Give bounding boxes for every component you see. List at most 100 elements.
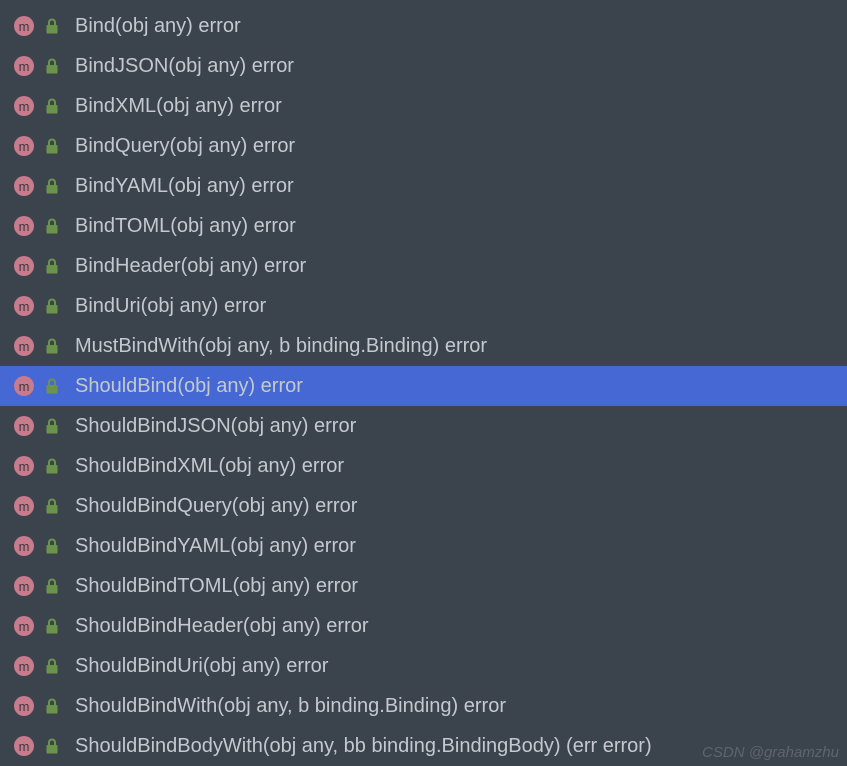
method-icon: m — [14, 336, 34, 356]
completion-item[interactable]: m BindYAML(obj any) error — [0, 166, 847, 206]
completion-item[interactable]: m ShouldBindTOML(obj any) error — [0, 566, 847, 606]
method-icon: m — [14, 376, 34, 396]
method-icon-letter: m — [19, 260, 30, 273]
method-icon-letter: m — [19, 20, 30, 33]
method-icon: m — [14, 616, 34, 636]
method-name: BindHeader — [75, 255, 181, 277]
lock-icon — [45, 538, 59, 555]
method-signature: (obj any) error — [181, 255, 307, 277]
completion-item[interactable]: m BindHeader(obj any) error — [0, 246, 847, 286]
completion-item[interactable]: m ShouldBindBodyWith(obj any, bb binding… — [0, 726, 847, 766]
completion-item[interactable]: m BindTOML(obj any) error — [0, 206, 847, 246]
method-name: BindTOML — [75, 215, 170, 237]
method-name: BindJSON — [75, 55, 168, 77]
method-icon: m — [14, 256, 34, 276]
lock-icon — [45, 658, 59, 675]
method-icon: m — [14, 296, 34, 316]
completion-item[interactable]: m ShouldBindXML(obj any) error — [0, 446, 847, 486]
method-signature: (obj any) error — [168, 175, 294, 197]
lock-icon — [45, 458, 59, 475]
completion-text: BindQuery(obj any) error — [75, 135, 295, 158]
completion-text: ShouldBindJSON(obj any) error — [75, 415, 356, 438]
method-icon: m — [14, 736, 34, 756]
method-icon: m — [14, 416, 34, 436]
completion-text: BindTOML(obj any) error — [75, 215, 296, 238]
method-signature: (obj any) error — [230, 535, 356, 557]
method-icon: m — [14, 16, 34, 36]
completion-text: ShouldBindTOML(obj any) error — [75, 575, 358, 598]
method-icon-letter: m — [19, 540, 30, 553]
method-name: ShouldBindXML — [75, 455, 218, 477]
completion-text: BindUri(obj any) error — [75, 295, 266, 318]
lock-icon — [45, 138, 59, 155]
method-icon-letter: m — [19, 700, 30, 713]
method-icon: m — [14, 536, 34, 556]
method-name: MustBindWith — [75, 335, 198, 357]
completion-item[interactable]: m BindJSON(obj any) error — [0, 46, 847, 86]
method-name: ShouldBindWith — [75, 695, 217, 717]
method-icon: m — [14, 56, 34, 76]
completion-item[interactable]: m ShouldBindJSON(obj any) error — [0, 406, 847, 446]
method-icon-letter: m — [19, 620, 30, 633]
completion-item[interactable]: m ShouldBindQuery(obj any) error — [0, 486, 847, 526]
completion-text: BindXML(obj any) error — [75, 95, 282, 118]
lock-icon — [45, 698, 59, 715]
lock-icon — [45, 418, 59, 435]
completion-text: BindJSON(obj any) error — [75, 55, 294, 78]
method-signature: (obj any) error — [231, 415, 357, 437]
method-icon-letter: m — [19, 300, 30, 313]
method-signature: (obj any) error — [156, 95, 282, 117]
method-signature: (obj any) error — [168, 55, 294, 77]
method-icon: m — [14, 456, 34, 476]
completion-item[interactable]: m ShouldBindUri(obj any) error — [0, 646, 847, 686]
method-signature: (obj any, b binding.Binding) error — [198, 335, 487, 357]
completion-text: Bind(obj any) error — [75, 15, 241, 38]
method-name: ShouldBindJSON — [75, 415, 231, 437]
completion-text: ShouldBindWith(obj any, b binding.Bindin… — [75, 695, 506, 718]
method-name: BindXML — [75, 95, 156, 117]
method-icon: m — [14, 96, 34, 116]
method-icon-letter: m — [19, 180, 30, 193]
method-name: Bind — [75, 15, 115, 37]
completion-text: MustBindWith(obj any, b binding.Binding)… — [75, 335, 487, 358]
completion-text: ShouldBind(obj any) error — [75, 375, 303, 398]
method-icon-letter: m — [19, 580, 30, 593]
method-signature: (obj any) error — [170, 135, 296, 157]
method-icon: m — [14, 696, 34, 716]
method-signature: (obj any) error — [203, 655, 329, 677]
completion-text: ShouldBindXML(obj any) error — [75, 455, 344, 478]
method-name: ShouldBindBodyWith — [75, 735, 263, 757]
method-icon-letter: m — [19, 660, 30, 673]
method-icon: m — [14, 576, 34, 596]
completion-item[interactable]: m ShouldBindWith(obj any, b binding.Bind… — [0, 686, 847, 726]
method-signature: (obj any) error — [141, 295, 267, 317]
lock-icon — [45, 298, 59, 315]
completion-item[interactable]: m ShouldBindYAML(obj any) error — [0, 526, 847, 566]
method-signature: (obj any) error — [232, 495, 358, 517]
method-signature: (obj any) error — [233, 575, 359, 597]
completion-item[interactable]: m BindUri(obj any) error — [0, 286, 847, 326]
method-icon-letter: m — [19, 100, 30, 113]
method-name: BindQuery — [75, 135, 170, 157]
method-signature: (obj any) error — [243, 615, 369, 637]
method-icon: m — [14, 176, 34, 196]
completion-list: m Bind(obj any) errorm BindJSON(obj any)… — [0, 0, 847, 766]
method-icon: m — [14, 136, 34, 156]
lock-icon — [45, 178, 59, 195]
completion-item[interactable]: m ShouldBindHeader(obj any) error — [0, 606, 847, 646]
completion-item[interactable]: m Bind(obj any) error — [0, 6, 847, 46]
lock-icon — [45, 258, 59, 275]
method-name: ShouldBind — [75, 375, 177, 397]
completion-item[interactable]: m BindQuery(obj any) error — [0, 126, 847, 166]
method-name: ShouldBindQuery — [75, 495, 232, 517]
completion-item[interactable]: m BindXML(obj any) error — [0, 86, 847, 126]
completion-text: ShouldBindHeader(obj any) error — [75, 615, 369, 638]
method-icon-letter: m — [19, 740, 30, 753]
method-icon: m — [14, 216, 34, 236]
method-name: ShouldBindHeader — [75, 615, 243, 637]
completion-item[interactable]: m MustBindWith(obj any, b binding.Bindin… — [0, 326, 847, 366]
completion-item[interactable]: m ShouldBind(obj any) error — [0, 366, 847, 406]
method-icon-letter: m — [19, 420, 30, 433]
completion-text: ShouldBindUri(obj any) error — [75, 655, 328, 678]
lock-icon — [45, 618, 59, 635]
